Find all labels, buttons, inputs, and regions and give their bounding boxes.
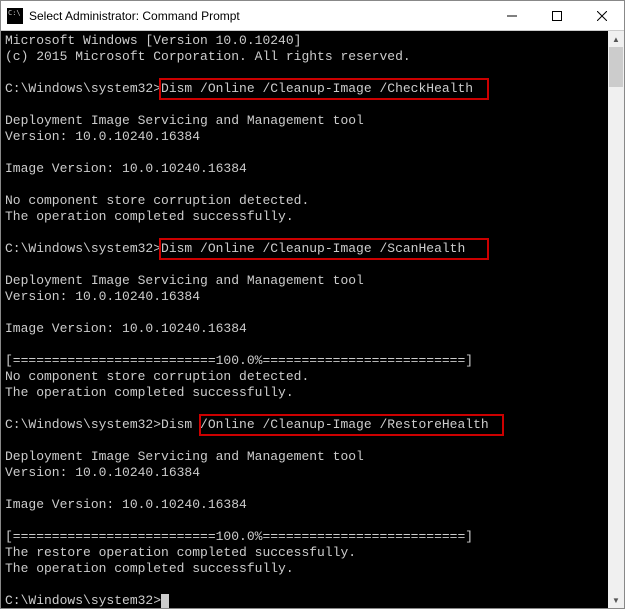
terminal-line (5, 481, 620, 497)
cursor (161, 594, 169, 608)
terminal-line: The operation completed successfully. (5, 561, 620, 577)
terminal-line: The operation completed successfully. (5, 209, 620, 225)
vertical-scrollbar[interactable]: ▲ ▼ (608, 31, 624, 608)
minimize-icon (507, 11, 517, 21)
terminal-line: Version: 10.0.10240.16384 (5, 129, 620, 145)
terminal-content: Microsoft Windows [Version 10.0.10240](c… (1, 31, 624, 608)
close-button[interactable] (579, 1, 624, 30)
terminal-line (5, 177, 620, 193)
terminal-line: No component store corruption detected. (5, 193, 620, 209)
terminal-line (5, 513, 620, 529)
scroll-down-arrow[interactable]: ▼ (608, 592, 624, 608)
command-prompt-window: Select Administrator: Command Prompt Mic… (0, 0, 625, 609)
terminal-line: Deployment Image Servicing and Managemen… (5, 449, 620, 465)
terminal-line: Image Version: 10.0.10240.16384 (5, 321, 620, 337)
terminal-line (5, 577, 620, 593)
terminal-line (5, 65, 620, 81)
terminal-line: [==========================100.0%=======… (5, 529, 620, 545)
scrollbar-thumb[interactable] (609, 47, 623, 87)
scroll-up-arrow[interactable]: ▲ (608, 31, 624, 47)
terminal-line (5, 145, 620, 161)
titlebar[interactable]: Select Administrator: Command Prompt (1, 1, 624, 31)
close-icon (597, 11, 607, 21)
window-controls (489, 1, 624, 30)
terminal-line: [==========================100.0%=======… (5, 353, 620, 369)
terminal-line: Microsoft Windows [Version 10.0.10240] (5, 33, 620, 49)
minimize-button[interactable] (489, 1, 534, 30)
cmd-icon (7, 8, 23, 24)
terminal-line: Image Version: 10.0.10240.16384 (5, 497, 620, 513)
terminal-line (5, 401, 620, 417)
terminal-line: The restore operation completed successf… (5, 545, 620, 561)
terminal-line: Deployment Image Servicing and Managemen… (5, 273, 620, 289)
terminal-line: Version: 10.0.10240.16384 (5, 289, 620, 305)
maximize-icon (552, 11, 562, 21)
window-title: Select Administrator: Command Prompt (29, 9, 489, 23)
terminal-line: C:\Windows\system32>Dism /Online /Cleanu… (5, 81, 620, 97)
terminal-line (5, 337, 620, 353)
maximize-button[interactable] (534, 1, 579, 30)
terminal-line: Image Version: 10.0.10240.16384 (5, 161, 620, 177)
terminal-line (5, 305, 620, 321)
terminal-line (5, 257, 620, 273)
terminal-line: No component store corruption detected. (5, 369, 620, 385)
terminal-line (5, 433, 620, 449)
terminal-line: C:\Windows\system32> (5, 593, 620, 608)
terminal-line: Deployment Image Servicing and Managemen… (5, 113, 620, 129)
terminal-line: The operation completed successfully. (5, 385, 620, 401)
terminal-line: (c) 2015 Microsoft Corporation. All righ… (5, 49, 620, 65)
terminal-area[interactable]: Microsoft Windows [Version 10.0.10240](c… (1, 31, 624, 608)
terminal-line (5, 97, 620, 113)
terminal-line: Version: 10.0.10240.16384 (5, 465, 620, 481)
terminal-line: C:\Windows\system32>Dism /Online /Cleanu… (5, 241, 620, 257)
terminal-line (5, 225, 620, 241)
terminal-line: C:\Windows\system32>Dism /Online /Cleanu… (5, 417, 620, 433)
